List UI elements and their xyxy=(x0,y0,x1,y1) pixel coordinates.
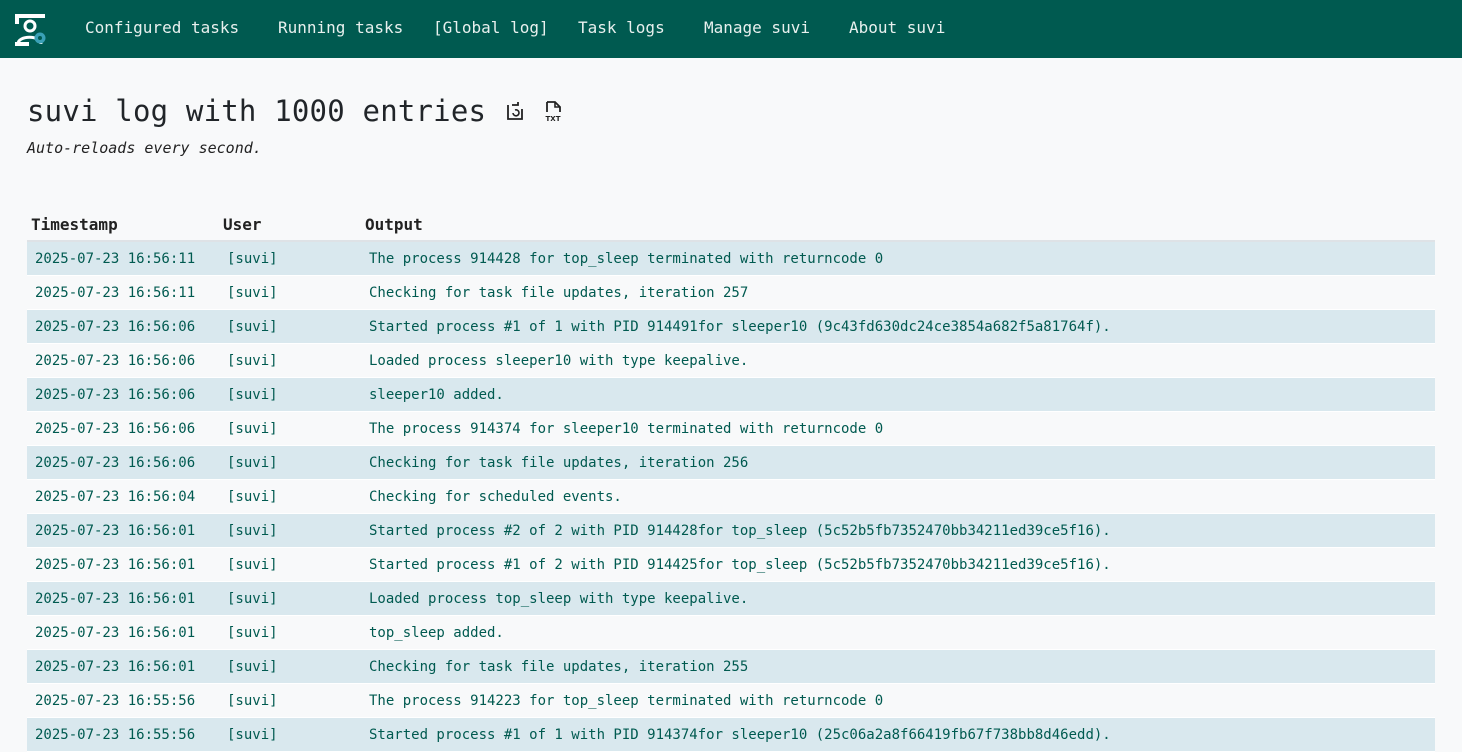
cell-user: [suvi] xyxy=(219,309,361,344)
cell-user: [suvi] xyxy=(219,241,361,276)
reload-file-icon[interactable] xyxy=(504,100,526,122)
cell-user: [suvi] xyxy=(219,343,361,378)
table-row: 2025-07-23 16:56:06 [suvi] sleeper10 added… xyxy=(27,377,1435,412)
cell-output: Checking for task file updates, iteratio… xyxy=(361,649,1435,684)
cell-user: [suvi] xyxy=(219,275,361,310)
cell-output: The process 914428 for top_sleep termina… xyxy=(361,241,1435,276)
log-table-body: 2025-07-23 16:56:11 [suvi] The process 914… xyxy=(27,241,1435,752)
table-row: 2025-07-23 16:56:01 [suvi] Loaded process … xyxy=(27,581,1435,616)
table-row: 2025-07-23 16:56:06 [suvi] Checking for ta… xyxy=(27,445,1435,480)
table-row: 2025-07-23 16:56:06 [suvi] Loaded process … xyxy=(27,343,1435,378)
navbar: Configured tasks Running tasks [Global l… xyxy=(0,0,1462,58)
log-table: Timestamp User Output 2025-07-23 16:56:1… xyxy=(27,208,1435,752)
table-row: 2025-07-23 16:56:01 [suvi] Started process… xyxy=(27,513,1435,548)
table-row: 2025-07-23 16:56:04 [suvi] Checking for sc… xyxy=(27,479,1435,514)
nav-manage-suvi[interactable]: Manage suvi xyxy=(704,18,810,38)
cell-timestamp: 2025-07-23 16:56:06 xyxy=(27,411,219,446)
cell-output: Started process #1 of 1 with PID 914374f… xyxy=(361,717,1435,752)
cell-output: top_sleep added. xyxy=(361,615,1435,650)
svg-text:TXT: TXT xyxy=(546,115,561,122)
table-row: 2025-07-23 16:56:01 [suvi] top_sleep added… xyxy=(27,615,1435,650)
cell-output: Checking for scheduled events. xyxy=(361,479,1435,514)
cell-output: Started process #2 of 2 with PID 914428f… xyxy=(361,513,1435,548)
table-row: 2025-07-23 16:56:06 [suvi] Started process… xyxy=(27,309,1435,344)
cell-user: [suvi] xyxy=(219,649,361,684)
nav-running-tasks[interactable]: Running tasks xyxy=(278,18,403,38)
cell-output: Started process #1 of 1 with PID 914491f… xyxy=(361,309,1435,344)
auto-reload-note: Auto-reloads every second. xyxy=(27,139,262,157)
cell-user: [suvi] xyxy=(219,547,361,582)
cell-user: [suvi] xyxy=(219,615,361,650)
cell-user: [suvi] xyxy=(219,445,361,480)
cell-output: Checking for task file updates, iteratio… xyxy=(361,445,1435,480)
cell-user: [suvi] xyxy=(219,581,361,616)
cell-user: [suvi] xyxy=(219,479,361,514)
cell-timestamp: 2025-07-23 16:56:06 xyxy=(27,377,219,412)
cell-timestamp: 2025-07-23 16:56:04 xyxy=(27,479,219,514)
cell-user: [suvi] xyxy=(219,683,361,718)
cell-timestamp: 2025-07-23 16:56:11 xyxy=(27,241,219,276)
cell-user: [suvi] xyxy=(219,411,361,446)
cell-user: [suvi] xyxy=(219,513,361,548)
table-row: 2025-07-23 16:55:56 [suvi] Started process… xyxy=(27,717,1435,752)
cell-timestamp: 2025-07-23 16:56:06 xyxy=(27,309,219,344)
table-row: 2025-07-23 16:56:01 [suvi] Checking for ta… xyxy=(27,649,1435,684)
cell-timestamp: 2025-07-23 16:56:06 xyxy=(27,445,219,480)
cell-output: Started process #1 of 2 with PID 914425f… xyxy=(361,547,1435,582)
cell-output: Loaded process top_sleep with type keepa… xyxy=(361,581,1435,616)
cell-timestamp: 2025-07-23 16:56:11 xyxy=(27,275,219,310)
header-output: Output xyxy=(361,208,1435,242)
nav-global-log[interactable]: [Global log] xyxy=(433,18,549,38)
suvi-logo-icon[interactable] xyxy=(13,12,49,48)
cell-user: [suvi] xyxy=(219,717,361,752)
cell-output: Checking for task file updates, iteratio… xyxy=(361,275,1435,310)
cell-timestamp: 2025-07-23 16:56:01 xyxy=(27,615,219,650)
cell-timestamp: 2025-07-23 16:55:56 xyxy=(27,683,219,718)
table-row: 2025-07-23 16:56:06 [suvi] The process 914… xyxy=(27,411,1435,446)
cell-output: The process 914223 for top_sleep termina… xyxy=(361,683,1435,718)
cell-timestamp: 2025-07-23 16:56:01 xyxy=(27,513,219,548)
nav-configured-tasks[interactable]: Configured tasks xyxy=(85,18,239,38)
page-title: suvi log with 1000 entries xyxy=(27,94,487,128)
txt-file-icon[interactable]: TXT xyxy=(542,100,564,122)
cell-timestamp: 2025-07-23 16:56:01 xyxy=(27,547,219,582)
header-user: User xyxy=(219,208,361,242)
cell-timestamp: 2025-07-23 16:55:56 xyxy=(27,717,219,752)
cell-output: The process 914374 for sleeper10 termina… xyxy=(361,411,1435,446)
cell-timestamp: 2025-07-23 16:56:01 xyxy=(27,581,219,616)
cell-output: sleeper10 added. xyxy=(361,377,1435,412)
table-row: 2025-07-23 16:56:01 [suvi] Started process… xyxy=(27,547,1435,582)
cell-user: [suvi] xyxy=(219,377,361,412)
title-row: suvi log with 1000 entries TXT xyxy=(27,92,564,130)
cell-timestamp: 2025-07-23 16:56:06 xyxy=(27,343,219,378)
header-timestamp: Timestamp xyxy=(27,208,219,242)
nav-task-logs[interactable]: Task logs xyxy=(578,18,665,38)
table-row: 2025-07-23 16:56:11 [suvi] Checking for ta… xyxy=(27,275,1435,310)
table-row: 2025-07-23 16:55:56 [suvi] The process 914… xyxy=(27,683,1435,718)
nav-about-suvi[interactable]: About suvi xyxy=(849,18,945,38)
table-header-row: Timestamp User Output xyxy=(27,208,1435,242)
cell-output: Loaded process sleeper10 with type keepa… xyxy=(361,343,1435,378)
table-row: 2025-07-23 16:56:11 [suvi] The process 914… xyxy=(27,241,1435,276)
cell-timestamp: 2025-07-23 16:56:01 xyxy=(27,649,219,684)
